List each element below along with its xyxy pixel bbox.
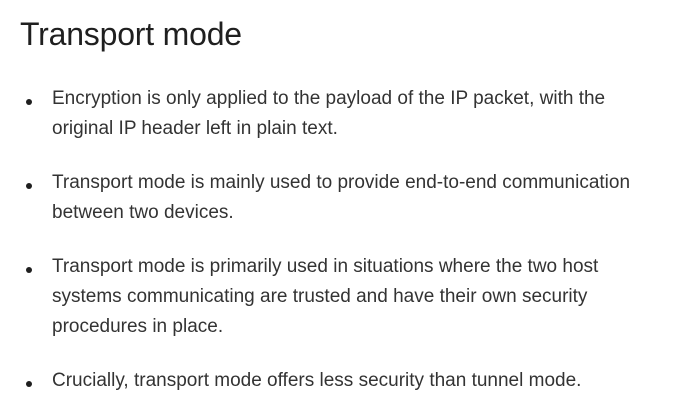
bullet-item-end-to-end: Transport mode is mainly used to provide…: [20, 168, 660, 228]
bullet-item-security-comparison: Crucially, transport mode offers less se…: [20, 366, 660, 396]
bullet-dot-icon: [26, 381, 32, 387]
bullet-text: Encryption is only applied to the payloa…: [52, 88, 606, 139]
bullet-dot-icon: [26, 267, 32, 273]
bullet-item-encryption: Encryption is only applied to the payloa…: [20, 84, 660, 144]
bullet-text: Transport mode is primarily used in situ…: [52, 256, 599, 337]
bullet-text: Transport mode is mainly used to provide…: [52, 172, 631, 223]
document-page: Transport mode Encryption is only applie…: [0, 0, 680, 405]
bullet-text: Crucially, transport mode offers less se…: [52, 370, 582, 391]
section-heading: Transport mode: [20, 16, 242, 52]
bullet-dot-icon: [26, 99, 32, 105]
bullet-item-trusted-hosts: Transport mode is primarily used in situ…: [20, 252, 660, 342]
bullet-list: Encryption is only applied to the payloa…: [20, 84, 660, 396]
bullet-dot-icon: [26, 183, 32, 189]
